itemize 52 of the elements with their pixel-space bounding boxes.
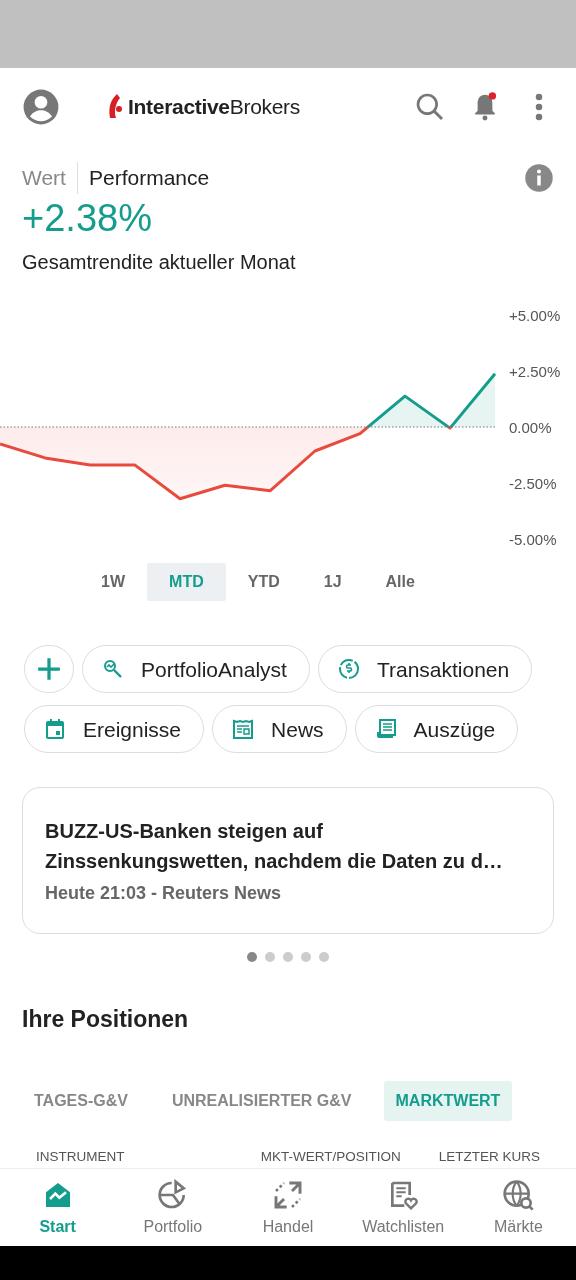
pager-dot[interactable] — [319, 952, 329, 963]
view-tab[interactable]: Wert — [11, 162, 77, 194]
column-header: INSTRUMENT — [36, 1147, 125, 1166]
logo-icon — [108, 94, 124, 120]
section-title: Ihre Positionen — [21, 1005, 190, 1035]
return-value: +2.38% — [21, 197, 153, 240]
y-axis-label: +2.50% — [509, 363, 561, 381]
shortcut-chip[interactable]: PortfolioAnalyst — [82, 645, 310, 694]
pie-chart-icon — [156, 1179, 189, 1211]
info-icon[interactable] — [524, 162, 554, 193]
positions-tab[interactable]: UNREALISIERTER G&V — [159, 1080, 364, 1121]
y-axis-label: +5.00% — [509, 307, 561, 325]
shortcut-chip[interactable]: Ereignisse — [24, 705, 205, 754]
shortcut-chip[interactable]: News — [212, 705, 347, 754]
globe-search-icon — [502, 1179, 535, 1211]
y-axis-label: -5.00% — [509, 531, 557, 549]
view-tab[interactable]: Performance — [76, 162, 221, 194]
y-axis-label: 0.00% — [509, 419, 552, 437]
news-meta: Heute 21:03 - Reuters News — [45, 882, 283, 906]
news-card[interactable]: BUZZ-US-Banken steigen auf Zinssenkungswetten, nachdem die Daten zu d… Heute 21:03 - Reuters News — [22, 787, 554, 935]
pager-dot[interactable] — [283, 952, 293, 963]
pager-dot[interactable] — [265, 952, 275, 963]
nav-tab[interactable]: Start — [0, 1169, 116, 1246]
y-axis-label: -2.50% — [509, 475, 557, 493]
dollar-clock-icon — [336, 657, 361, 682]
shortcut-chip[interactable]: Transaktionen — [317, 645, 533, 694]
range-button[interactable]: MTD — [147, 563, 226, 602]
add-button[interactable] — [24, 645, 74, 694]
newspaper-icon — [231, 717, 256, 742]
positions-tab[interactable]: TAGES-G&V — [22, 1080, 140, 1121]
shortcut-chip[interactable]: Auszüge — [354, 705, 519, 754]
nav-tab[interactable]: Märkte — [460, 1169, 576, 1246]
nav-tab[interactable]: Handel — [230, 1169, 346, 1246]
arrows-icon — [272, 1179, 304, 1211]
news-headline: BUZZ-US-Banken steigen auf Zinssenkungswetten, nachdem die Daten zu d… — [45, 819, 504, 875]
calendar-icon — [43, 717, 67, 742]
logo-text: InteractiveBrokers — [128, 94, 301, 121]
range-button[interactable]: Alle — [363, 563, 437, 602]
column-header: LETZTER KURS — [438, 1147, 540, 1166]
column-header: MKT-WERT/POSITION — [260, 1147, 401, 1166]
search-icon[interactable] — [414, 91, 446, 123]
pager-dot[interactable] — [301, 952, 311, 963]
nav-tab[interactable]: Watchlisten — [345, 1169, 461, 1246]
pager-dot[interactable] — [247, 952, 257, 963]
range-button[interactable]: YTD — [225, 563, 302, 602]
plus-icon — [36, 656, 62, 683]
range-button[interactable]: 1J — [301, 563, 364, 602]
nav-tab[interactable]: Portfolio — [115, 1169, 231, 1246]
return-caption: Gesamtrendite aktueller Monat — [21, 250, 297, 276]
range-button[interactable]: 1W — [79, 563, 148, 602]
positions-tab[interactable]: MARKTWERT — [383, 1080, 513, 1121]
account-icon[interactable] — [22, 88, 60, 126]
